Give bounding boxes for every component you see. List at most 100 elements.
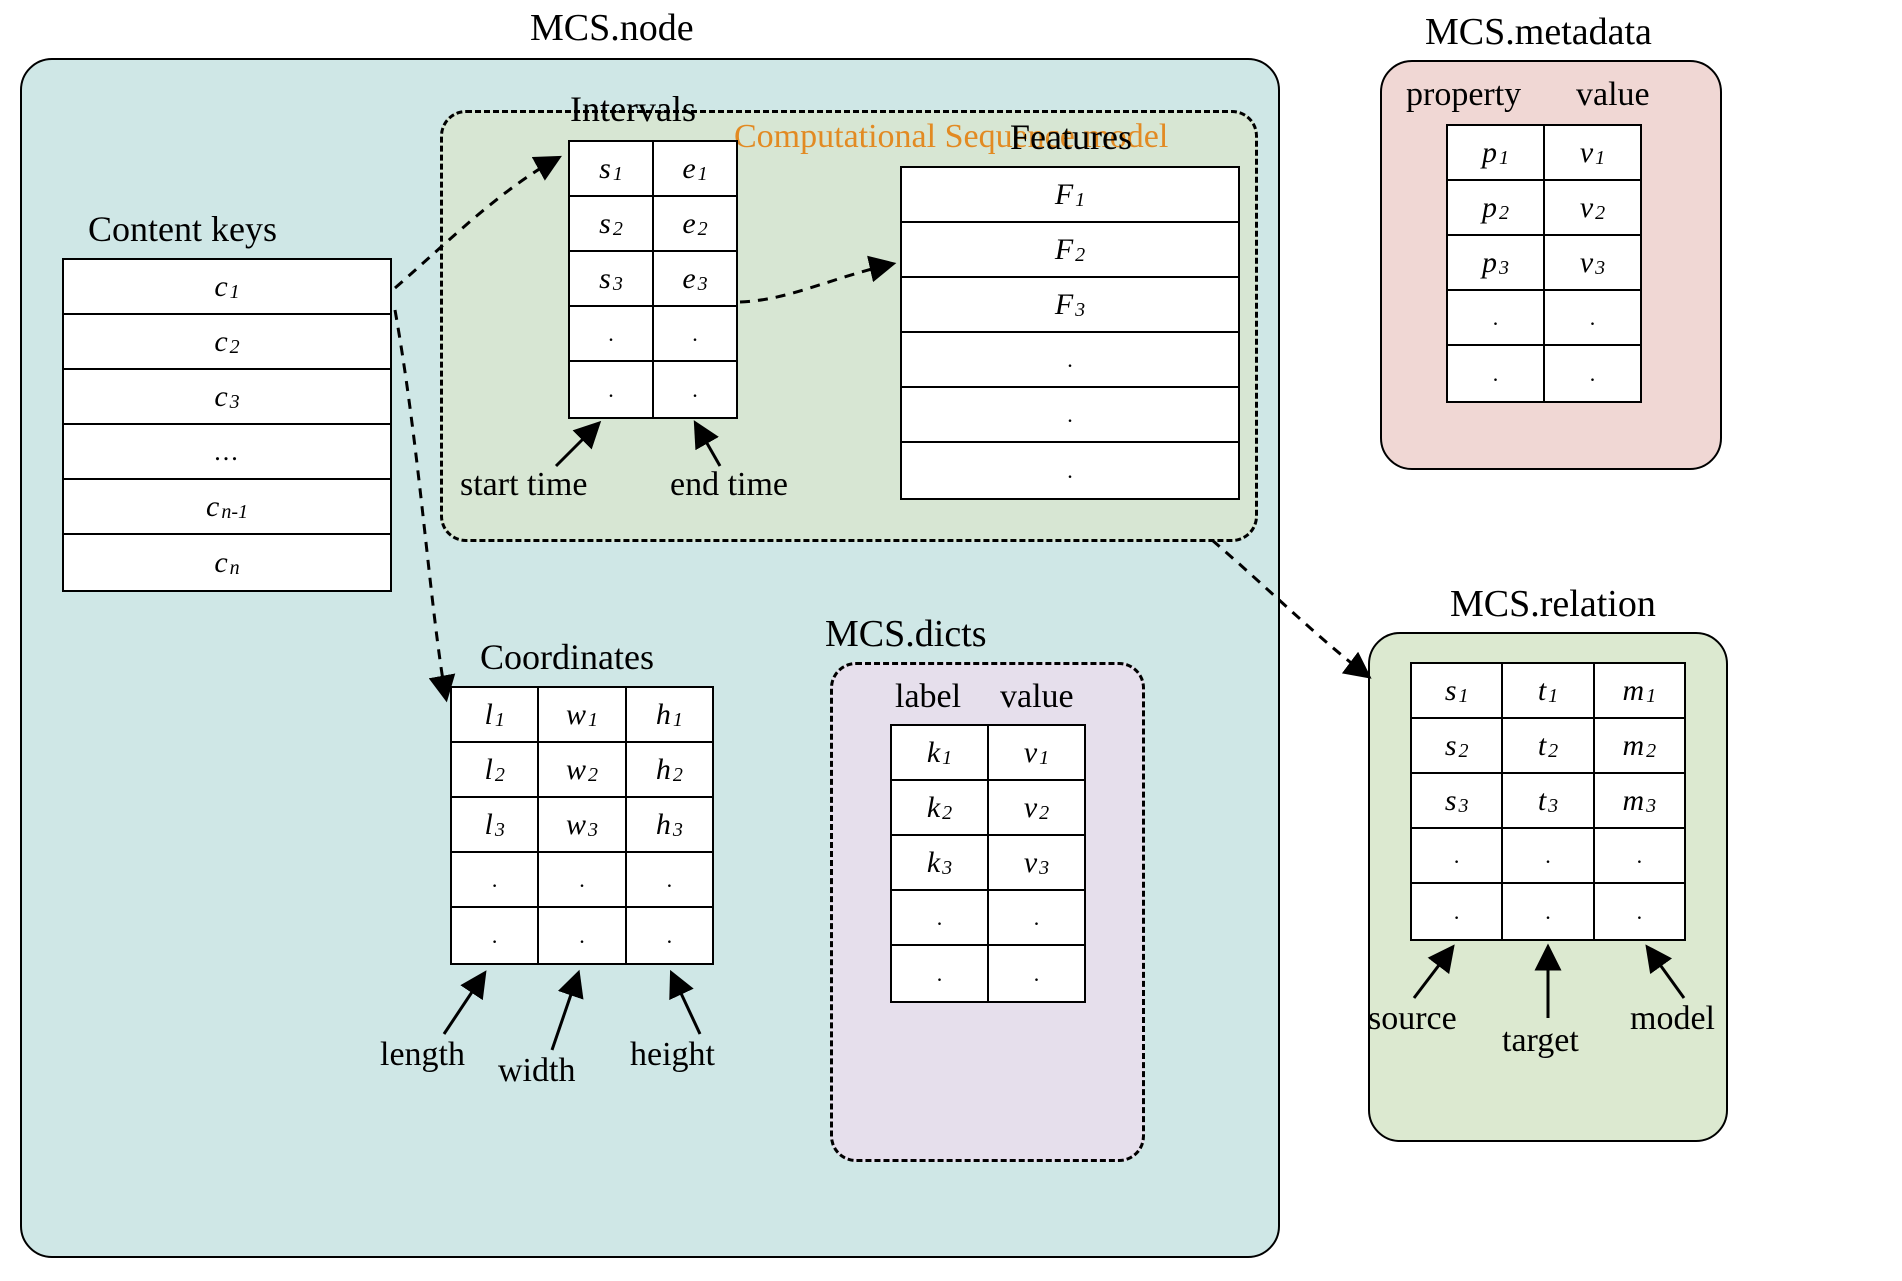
table-row: p2v2 <box>1448 181 1640 236</box>
table-row: k3v3 <box>892 836 1084 891</box>
dot-cell: . <box>627 908 712 963</box>
mcs-metadata-title: MCS.metadata <box>1425 10 1652 54</box>
dot-cell: . <box>1595 884 1684 939</box>
height-label: height <box>630 1036 715 1074</box>
table-row: l2w2h2 <box>452 743 712 798</box>
table-row: . <box>902 388 1238 443</box>
data-cell: t3 <box>1503 774 1594 827</box>
features-title: Features <box>1010 116 1132 158</box>
dot-cell: . <box>1545 346 1640 401</box>
table-row: .. <box>892 891 1084 946</box>
mcs-node-title: MCS.node <box>530 6 694 50</box>
data-cell: c2 <box>64 315 390 368</box>
dot-cell: . <box>902 443 1238 498</box>
data-cell: t1 <box>1503 664 1594 717</box>
data-cell: m3 <box>1595 774 1684 827</box>
data-cell: w3 <box>539 798 626 851</box>
dot-cell: . <box>989 946 1084 1001</box>
dot-cell: . <box>1503 884 1594 939</box>
table-row: ... <box>64 425 390 480</box>
end-time-label: end time <box>670 466 788 504</box>
data-cell: p3 <box>1448 236 1545 289</box>
data-cell: cn <box>64 535 390 590</box>
table-row: .. <box>570 362 736 417</box>
dot-cell: . <box>654 362 736 417</box>
table-row: ... <box>1412 884 1684 939</box>
dot-cell: . <box>892 891 989 944</box>
dot-cell: . <box>1412 829 1503 882</box>
table-row: .. <box>1448 291 1640 346</box>
data-cell: F1 <box>902 168 1238 221</box>
data-cell: t2 <box>1503 719 1594 772</box>
data-cell: m2 <box>1595 719 1684 772</box>
data-cell: e1 <box>654 142 736 195</box>
data-cell: s2 <box>1412 719 1503 772</box>
metadata-table: p1v1p2v2p3v3.... <box>1446 124 1642 403</box>
data-cell: w2 <box>539 743 626 796</box>
dot-cell: . <box>539 908 626 963</box>
mcs-dicts-title: MCS.dicts <box>825 612 987 656</box>
width-label: width <box>498 1052 575 1090</box>
model-label: model <box>1630 1000 1715 1038</box>
data-cell: e2 <box>654 197 736 250</box>
table-row: k1v1 <box>892 726 1084 781</box>
data-cell: F3 <box>902 278 1238 331</box>
data-cell: e3 <box>654 252 736 305</box>
data-cell: v1 <box>989 726 1084 779</box>
coordinates-table: l1w1h1l2w2h2l3w3h3...... <box>450 686 714 965</box>
table-row: cn <box>64 535 390 590</box>
dot-cell: . <box>570 362 654 417</box>
table-row: . <box>902 443 1238 498</box>
start-time-label: start time <box>460 466 587 504</box>
length-label: length <box>380 1036 465 1074</box>
table-row: s3t3m3 <box>1412 774 1684 829</box>
data-cell: l1 <box>452 688 539 741</box>
table-row: ... <box>1412 829 1684 884</box>
data-cell: v2 <box>1545 181 1640 234</box>
data-cell: k3 <box>892 836 989 889</box>
data-cell: s3 <box>570 252 654 305</box>
table-row: .. <box>1448 346 1640 401</box>
dicts-value-header: value <box>1000 678 1074 716</box>
dot-cell: . <box>1545 291 1640 344</box>
table-row: l3w3h3 <box>452 798 712 853</box>
content-keys-title: Content keys <box>88 208 277 250</box>
table-row: k2v2 <box>892 781 1084 836</box>
data-cell: l2 <box>452 743 539 796</box>
dot-cell: . <box>902 388 1238 441</box>
data-cell: c1 <box>64 260 390 313</box>
dot-cell: . <box>1448 291 1545 344</box>
dicts-label-header: label <box>895 678 961 716</box>
data-cell: v2 <box>989 781 1084 834</box>
metadata-value-header: value <box>1576 76 1650 114</box>
table-row: c2 <box>64 315 390 370</box>
intervals-title: Intervals <box>570 88 696 130</box>
data-cell: h3 <box>627 798 712 851</box>
ellipsis-cell: ... <box>64 425 390 478</box>
intervals-table: s1e1s2e2s3e3.... <box>568 140 738 419</box>
dot-cell: . <box>902 333 1238 386</box>
data-cell: w1 <box>539 688 626 741</box>
features-table: F1F2F3... <box>900 166 1240 500</box>
mcs-relation-title: MCS.relation <box>1450 582 1656 626</box>
relation-table: s1t1m1s2t2m2s3t3m3...... <box>1410 662 1686 941</box>
table-row: s2t2m2 <box>1412 719 1684 774</box>
table-row: s2e2 <box>570 197 736 252</box>
data-cell: p1 <box>1448 126 1545 179</box>
data-cell: l3 <box>452 798 539 851</box>
table-row: F1 <box>902 168 1238 223</box>
metadata-property-header: property <box>1406 76 1521 114</box>
data-cell: c3 <box>64 370 390 423</box>
data-cell: cn-1 <box>64 480 390 533</box>
content-keys-table: c1c2c3...cn-1cn <box>62 258 392 592</box>
dot-cell: . <box>1595 829 1684 882</box>
data-cell: F2 <box>902 223 1238 276</box>
dot-cell: . <box>452 853 539 906</box>
dicts-table: k1v1k2v2k3v3.... <box>890 724 1086 1003</box>
data-cell: v3 <box>989 836 1084 889</box>
coordinates-title: Coordinates <box>480 636 654 678</box>
data-cell: h2 <box>627 743 712 796</box>
dot-cell: . <box>627 853 712 906</box>
table-row: ... <box>452 853 712 908</box>
data-cell: m1 <box>1595 664 1684 717</box>
